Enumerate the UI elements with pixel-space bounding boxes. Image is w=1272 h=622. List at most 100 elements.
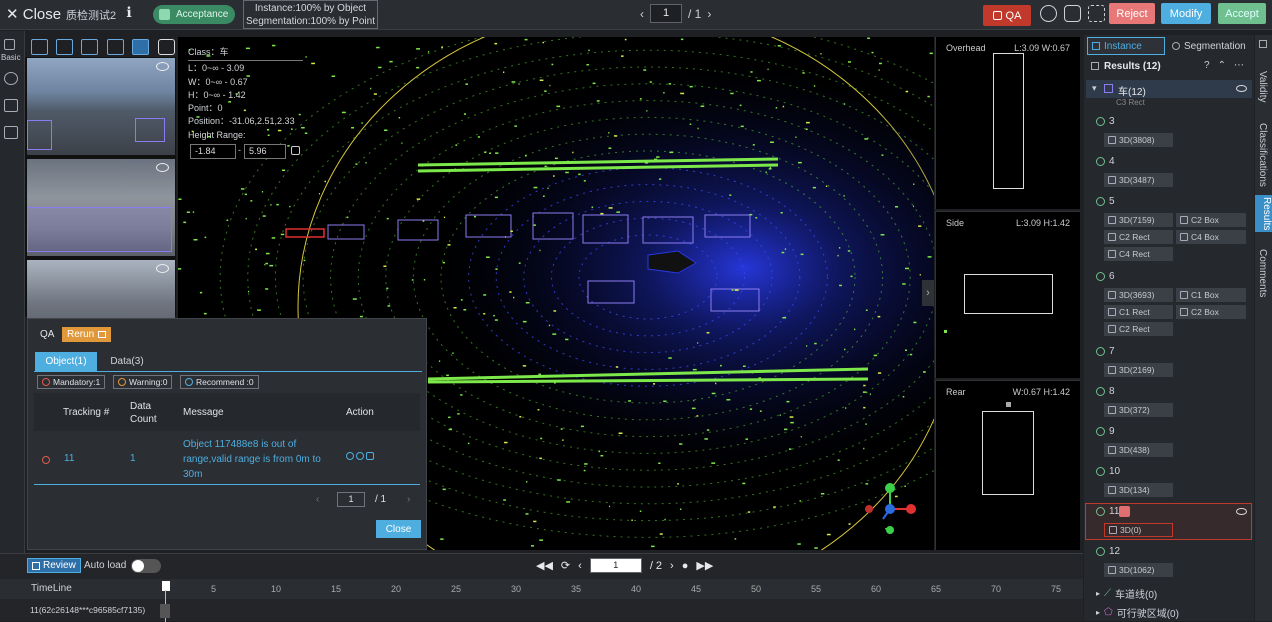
tab-classifications[interactable]: Classifications [1257, 123, 1268, 187]
cube-icon[interactable] [4, 39, 15, 50]
help-icon[interactable] [1064, 5, 1081, 22]
result-entry[interactable]: 6 [1096, 271, 1115, 282]
entry-item[interactable]: 3D(1062) [1104, 563, 1173, 577]
entry-item[interactable]: 3D(0) [1104, 523, 1173, 537]
entry-item[interactable]: 3D(134) [1104, 483, 1173, 497]
entry-item[interactable]: 3D(2169) [1104, 363, 1173, 377]
timeline-playhead[interactable] [162, 581, 170, 591]
collapse-right-icon[interactable]: › [922, 280, 934, 306]
qa-next-icon[interactable]: › [407, 494, 410, 505]
result-entry[interactable]: 10 [1096, 466, 1120, 477]
tab-object[interactable]: Object(1) [35, 352, 97, 371]
tab-segmentation[interactable]: Segmentation [1170, 37, 1252, 55]
polygon-tool-icon[interactable] [107, 39, 124, 55]
camera-view-2[interactable] [27, 159, 175, 256]
qa-prev-icon[interactable]: ‹ [316, 494, 319, 505]
modify-button[interactable]: Modify [1161, 3, 1211, 24]
point-tool-icon[interactable] [158, 39, 175, 55]
tag-icon[interactable] [366, 452, 374, 460]
track-segment[interactable] [160, 604, 170, 618]
layers-icon[interactable] [4, 126, 18, 139]
ignore-icon[interactable] [356, 452, 364, 460]
entry-item[interactable]: 3D(3487) [1104, 173, 1173, 187]
result-entry[interactable]: 3 [1096, 116, 1115, 127]
result-entry[interactable]: 12 [1096, 546, 1120, 557]
tab-results[interactable]: Results [1255, 195, 1272, 233]
entry-item[interactable]: 3D(438) [1104, 443, 1173, 457]
tab-validity[interactable]: Validity [1257, 71, 1268, 103]
entry-item[interactable]: 3D(7159) [1104, 213, 1173, 227]
eye-icon[interactable] [156, 163, 169, 172]
rear-handle[interactable] [1006, 402, 1011, 407]
qa-page-input[interactable]: 1 [337, 492, 365, 507]
result-entry[interactable]: 7 [1096, 346, 1115, 357]
panel-toggle-icon[interactable] [1259, 40, 1267, 48]
entry-item[interactable]: C2 Box [1176, 305, 1246, 319]
tab-data[interactable]: Data(3) [102, 352, 152, 371]
entry-item[interactable]: C2 Box [1176, 213, 1246, 227]
entry-item[interactable]: 3D(372) [1104, 403, 1173, 417]
result-entry[interactable]: 5 [1096, 196, 1115, 207]
locate-icon[interactable] [346, 452, 354, 460]
chip-mandatory[interactable]: Mandatory:1 [37, 375, 106, 389]
height-min-input[interactable]: -1.84 [190, 144, 236, 159]
reset-range-icon[interactable] [291, 146, 300, 155]
accept-button[interactable]: Accept [1218, 3, 1266, 24]
tab-comments[interactable]: Comments [1257, 249, 1268, 297]
loop-icon[interactable]: ⟳ [561, 559, 570, 572]
next-page-icon[interactable]: › [707, 7, 711, 21]
multi-box-tool-icon[interactable] [56, 39, 73, 55]
fullscreen-icon[interactable] [1088, 5, 1105, 22]
chip-warning[interactable]: Warning:0 [113, 375, 173, 389]
frame-input[interactable]: 1 [589, 558, 642, 573]
info-icon[interactable]: ℹ [122, 4, 136, 22]
entry-item[interactable]: C1 Rect [1104, 305, 1173, 319]
entry-item[interactable]: 3D(3693) [1104, 288, 1173, 302]
line-tool-icon[interactable] [132, 39, 149, 55]
entry-item[interactable]: C4 Rect [1104, 247, 1173, 261]
rear-view[interactable]: Rear W:0.67 H:1.42 [935, 380, 1080, 550]
result-entry[interactable]: 11 [1096, 506, 1119, 517]
entry-item[interactable]: C2 Rect [1104, 230, 1173, 244]
row-message[interactable]: Object 117488e8 is out of range,valid ra… [183, 437, 333, 482]
qa-close-button[interactable]: Close [376, 520, 421, 538]
lane-group[interactable]: ▸ ⟋ 车道线(0) [1096, 586, 1157, 601]
more-icon[interactable]: ⋯ [1234, 60, 1244, 71]
entry-item[interactable]: C4 Box [1176, 230, 1246, 244]
rect-tool-icon[interactable] [31, 39, 48, 55]
chip-recommend[interactable]: Recommend :0 [180, 375, 259, 389]
eye-icon[interactable] [156, 264, 169, 273]
first-frame-icon[interactable]: ◀◀ [536, 559, 553, 572]
reject-button[interactable]: Reject [1109, 3, 1155, 24]
result-entry[interactable]: 4 [1096, 156, 1115, 167]
group-header[interactable]: ▾ 车(12) [1086, 80, 1252, 98]
collapse-all-icon[interactable]: ⌃ [1218, 60, 1226, 71]
side-view[interactable]: Side L:3.09 H:1.42 [935, 211, 1080, 378]
result-entry[interactable]: 8 [1096, 386, 1115, 397]
overhead-view[interactable]: Overhead L:3.09 W:0.67 [935, 37, 1080, 209]
tab-instance[interactable]: Instance [1087, 37, 1165, 55]
entry-item[interactable]: 3D(3808) [1104, 133, 1173, 147]
filter-icon[interactable] [4, 99, 18, 112]
help-circle-icon[interactable]: ? [1204, 60, 1210, 71]
chat-icon[interactable] [4, 72, 18, 85]
qa-button[interactable]: QA [983, 5, 1031, 26]
plugin-icon[interactable] [1040, 5, 1057, 22]
prev-page-icon[interactable]: ‹ [640, 7, 644, 21]
last-frame-icon[interactable]: ▶▶ [696, 559, 713, 572]
height-max-input[interactable]: 5.96 [244, 144, 286, 159]
rerun-button[interactable]: Rerun [62, 327, 112, 342]
result-entry[interactable]: 9 [1096, 426, 1115, 437]
group-eye-icon[interactable] [1236, 85, 1247, 92]
entry-item[interactable]: C2 Rect [1104, 322, 1173, 336]
drivable-group[interactable]: ▸ ⬠ 可行驶区域(0) [1096, 605, 1179, 620]
next-frame-icon[interactable]: › [670, 560, 674, 572]
row-tracking[interactable]: 11 [64, 453, 74, 464]
prev-frame-icon[interactable]: ‹ [578, 560, 582, 572]
eye-icon[interactable] [156, 62, 169, 71]
play-icon[interactable]: ● [682, 560, 689, 572]
box-tool-icon[interactable] [81, 39, 98, 55]
entry-item[interactable]: C1 Box [1176, 288, 1246, 302]
camera-view-1[interactable] [27, 58, 175, 155]
entry-eye-icon[interactable] [1236, 508, 1247, 515]
